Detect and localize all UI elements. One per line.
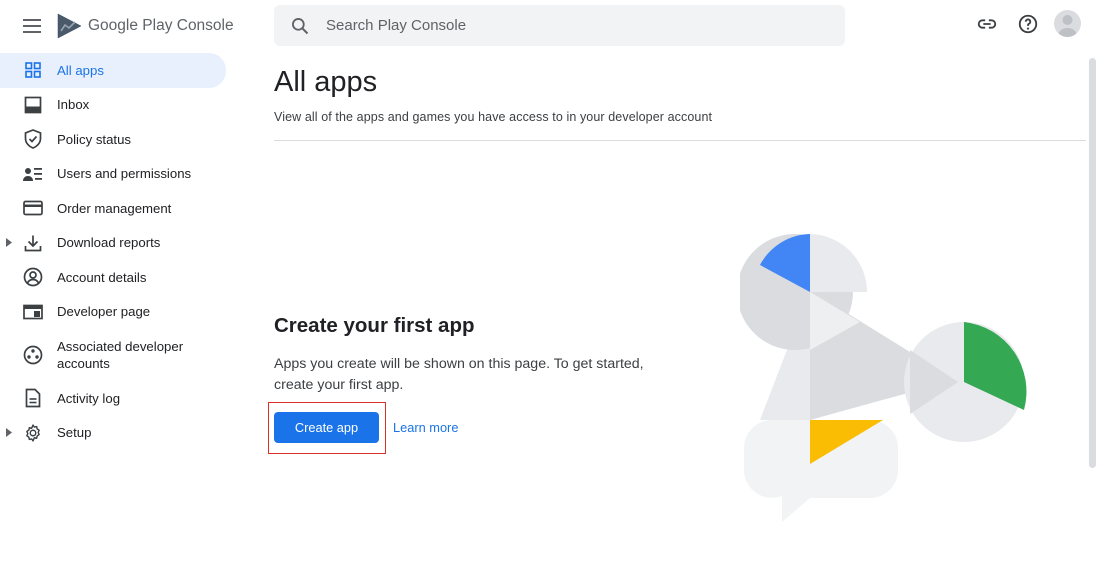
sidebar-item-setup[interactable]: Setup (0, 416, 232, 451)
link-button[interactable] (974, 11, 1000, 37)
page-subtitle: View all of the apps and games you have … (274, 110, 713, 124)
sidebar-item-order-management[interactable]: Order management (0, 191, 232, 226)
page-title: All apps (274, 66, 378, 98)
sidebar-item-download-reports[interactable]: Download reports (0, 226, 232, 261)
account-circle-icon (23, 267, 43, 287)
sidebar-item-label: Activity log (57, 390, 121, 406)
inbox-icon (23, 95, 43, 115)
grid-icon (23, 60, 43, 80)
play-console-logo-icon (57, 13, 82, 39)
avatar-icon (1058, 15, 1077, 37)
web-page-icon (23, 302, 43, 322)
gear-icon (23, 423, 43, 443)
sidebar-item-label: Inbox (57, 97, 90, 113)
expand-caret-icon[interactable] (5, 238, 13, 248)
create-app-button[interactable]: Create app (274, 412, 379, 443)
sidebar-item-label: Order management (57, 200, 172, 216)
logo-text: Google Play Console (88, 17, 234, 34)
hamburger-icon (23, 19, 41, 33)
sidebar-item-label: Account details (57, 269, 147, 285)
people-list-icon (23, 164, 43, 184)
sidebar-item-label: Associated developer accounts (57, 339, 184, 371)
sidebar-item-developer-page[interactable]: Developer page (0, 295, 232, 330)
link-icon (977, 19, 997, 29)
sidebar-item-activity-log[interactable]: Activity log (0, 381, 232, 416)
empty-state-illustration (740, 234, 1027, 522)
main-menu-button[interactable] (18, 12, 46, 40)
sidebar-item-policy-status[interactable]: Policy status (0, 122, 232, 157)
search-input[interactable] (326, 17, 806, 34)
sidebar-nav: All apps Inbox Policy status Users and p… (0, 53, 232, 450)
search-bar[interactable] (274, 5, 845, 46)
workspaces-icon (23, 345, 43, 365)
sidebar-item-label: All apps (57, 62, 104, 78)
sidebar-item-label: Policy status (57, 131, 132, 147)
empty-state-description: Apps you create will be shown on this pa… (274, 356, 644, 393)
expand-caret-icon[interactable] (5, 428, 13, 438)
help-icon (1018, 14, 1038, 34)
sidebar-item-inbox[interactable]: Inbox (0, 88, 232, 123)
header-divider (274, 140, 1086, 141)
account-avatar[interactable] (1054, 10, 1081, 37)
sidebar-item-label: Developer page (57, 304, 151, 320)
sidebar-item-all-apps[interactable]: All apps (0, 53, 226, 88)
sidebar-item-associated-developer-accounts[interactable]: Associated developer accounts (0, 329, 232, 381)
play-console-logo[interactable]: Google Play Console (56, 12, 234, 40)
sidebar-item-account-details[interactable]: Account details (0, 260, 232, 295)
sidebar-item-users-and-permissions[interactable]: Users and permissions (0, 157, 232, 192)
credit-card-icon (23, 198, 43, 218)
sidebar-item-label: Setup (57, 425, 92, 441)
shield-check-icon (23, 129, 43, 150)
learn-more-link[interactable]: Learn more (393, 420, 458, 435)
download-icon (23, 233, 43, 253)
search-icon (292, 17, 309, 34)
sidebar-item-label: Users and permissions (57, 166, 192, 182)
document-icon (23, 388, 43, 408)
help-button[interactable] (1015, 11, 1041, 37)
empty-state-title: Create your first app (274, 314, 475, 337)
vertical-scrollbar[interactable] (1089, 58, 1096, 468)
sidebar-item-label: Download reports (57, 235, 161, 251)
